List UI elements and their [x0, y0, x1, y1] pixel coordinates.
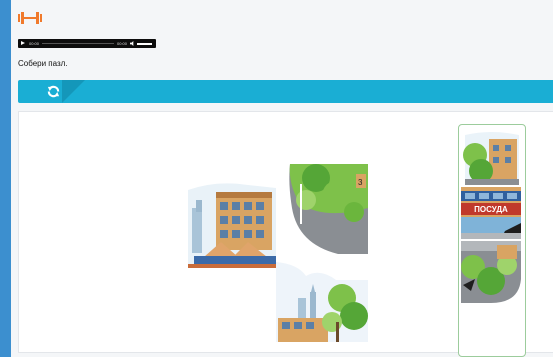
shop-sign-text: ПОСУДА	[474, 205, 508, 214]
tray-piece-trees-lower[interactable]	[461, 241, 521, 303]
tray-piece-shop[interactable]: ПОСУДА	[461, 187, 521, 239]
puzzle-pieces-tray: ПОСУДА	[458, 124, 526, 357]
exercise-panel: 00:00 00:00 Собери пазл. 3 ПОСУДА	[11, 0, 553, 357]
volume-slider[interactable]	[137, 43, 152, 45]
dumbbell-logo-icon	[18, 12, 42, 24]
tray-piece-trees-building[interactable]	[461, 129, 521, 185]
duration: 00:00	[117, 41, 128, 46]
puzzle-piece-label: 3	[358, 178, 363, 187]
toolbar-shade	[62, 80, 85, 103]
audio-player[interactable]: 00:00 00:00	[18, 39, 156, 48]
seek-bar[interactable]	[42, 43, 114, 44]
volume-icon[interactable]	[130, 41, 135, 46]
task-instruction: Собери пазл.	[18, 59, 68, 68]
puzzle-piece-building[interactable]	[186, 180, 281, 268]
refresh-icon[interactable]	[46, 84, 61, 99]
play-icon[interactable]	[21, 41, 25, 45]
current-time: 00:00	[29, 41, 40, 46]
puzzle-piece-trees-road[interactable]: 3	[276, 164, 368, 254]
puzzle-toolbar	[18, 80, 553, 103]
puzzle-piece-city-lower[interactable]	[276, 262, 368, 342]
